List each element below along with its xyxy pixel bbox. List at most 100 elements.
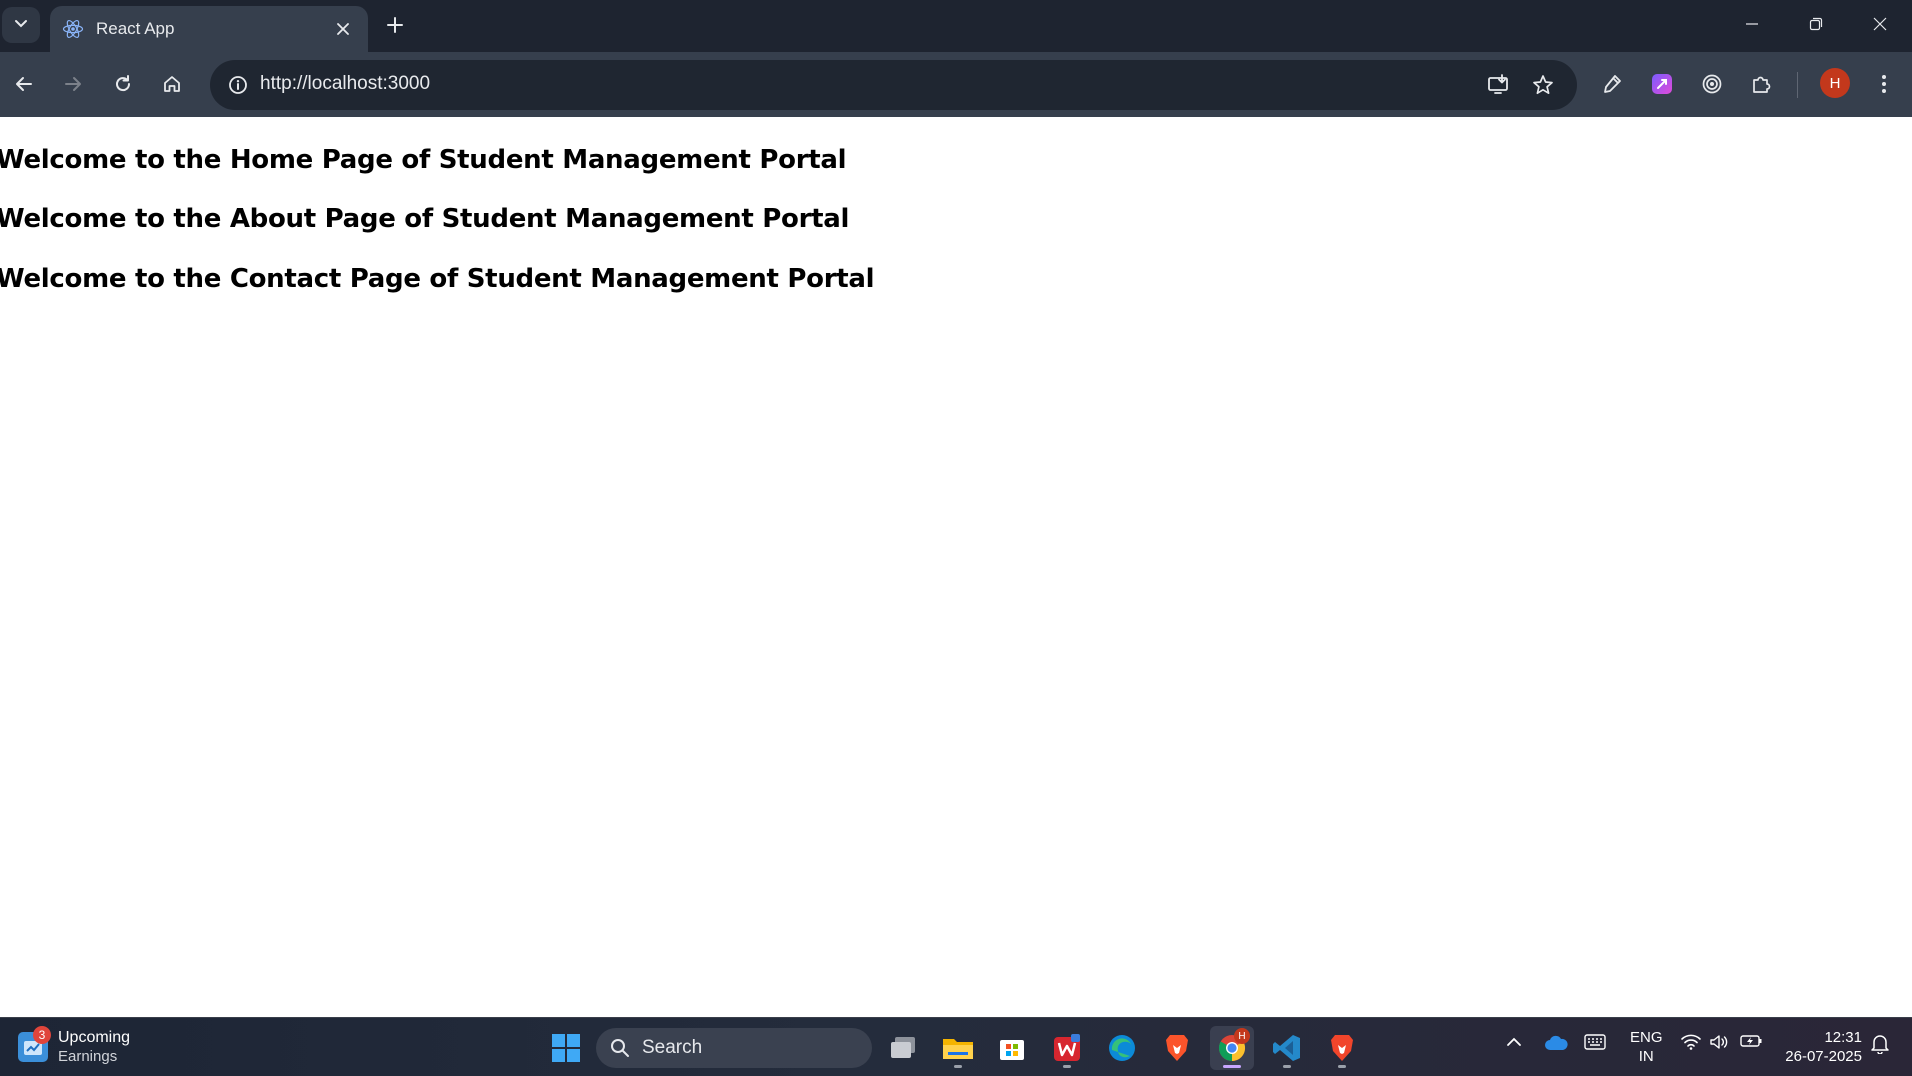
edge-icon — [1109, 1035, 1135, 1061]
start-button[interactable] — [548, 1030, 584, 1066]
widget-badge: 3 — [33, 1026, 51, 1044]
taskbar: 3 Upcoming Earnings Search H ENG IN 12:3… — [0, 1017, 1912, 1076]
chevron-up-icon — [1507, 1037, 1521, 1046]
restore-button[interactable] — [1784, 0, 1848, 48]
brave-button[interactable] — [1155, 1026, 1199, 1070]
chrome-profile-badge: H — [1234, 1028, 1250, 1044]
info-icon — [229, 76, 247, 94]
running-indicator — [1283, 1065, 1291, 1068]
tab-react-app[interactable]: React App — [50, 6, 368, 52]
microsoft-store-button[interactable] — [990, 1026, 1034, 1070]
task-view-icon — [891, 1037, 915, 1058]
arrow-right-icon — [65, 77, 81, 91]
language-indicator[interactable]: ENG IN — [1630, 1028, 1663, 1066]
wifi-status[interactable] — [1681, 1034, 1701, 1050]
taskbar-search[interactable]: Search — [596, 1028, 872, 1068]
speaker-icon — [1710, 1035, 1728, 1049]
star-icon — [1533, 75, 1553, 95]
file-explorer-button[interactable] — [936, 1026, 980, 1070]
folder-icon — [943, 1039, 973, 1059]
home-icon — [164, 76, 180, 92]
search-label: Search — [642, 1037, 703, 1058]
puzzle-icon — [1753, 76, 1771, 93]
extensions-button[interactable] — [1743, 66, 1779, 102]
install-icon — [1488, 74, 1508, 94]
keyboard-icon — [1584, 1034, 1606, 1050]
extension-purple-button[interactable] — [1644, 66, 1680, 102]
clock[interactable]: 12:31 26-07-2025 — [1782, 1028, 1862, 1066]
battery-status[interactable] — [1740, 1034, 1762, 1048]
windows-logo-icon — [552, 1034, 580, 1062]
about-heading: Welcome to the About Page of Student Man… — [0, 204, 850, 234]
react-icon — [62, 18, 84, 40]
chrome-button[interactable]: H — [1210, 1026, 1254, 1070]
arrow-left-icon — [16, 77, 32, 91]
extension-app-icon — [1652, 74, 1672, 94]
menu-button[interactable] — [1866, 66, 1902, 102]
wps-office-button[interactable] — [1045, 1026, 1089, 1070]
close-tab-button[interactable] — [330, 16, 356, 42]
forward-button[interactable] — [55, 66, 91, 102]
close-icon — [1873, 17, 1887, 31]
page-content: Welcome to the Home Page of Student Mana… — [0, 117, 1912, 1017]
brave-icon — [1166, 1035, 1188, 1061]
bell-icon — [1871, 1035, 1889, 1054]
widgets-button[interactable]: 3 Upcoming Earnings — [18, 1026, 130, 1066]
restore-icon — [1809, 17, 1823, 31]
screen: React App http://localhost:3000 H Welcom… — [0, 0, 1912, 1076]
browser-toolbar: http://localhost:3000 H — [0, 52, 1912, 117]
battery-charging-icon — [1740, 1035, 1762, 1047]
address-bar[interactable]: http://localhost:3000 — [210, 60, 1577, 110]
plus-icon — [387, 17, 403, 33]
edge-button[interactable] — [1100, 1026, 1144, 1070]
window-controls — [1720, 0, 1912, 48]
brave-beta-button[interactable] — [1320, 1026, 1364, 1070]
search-icon — [611, 1039, 629, 1057]
extension-target-button[interactable] — [1694, 66, 1730, 102]
profile-initial: H — [1829, 74, 1841, 92]
tab-title: React App — [96, 19, 175, 38]
running-indicator — [1063, 1065, 1071, 1068]
clock-time: 12:31 — [1824, 1029, 1862, 1046]
eyedropper-extension-button[interactable] — [1594, 66, 1630, 102]
home-heading: Welcome to the Home Page of Student Mana… — [0, 145, 847, 175]
kebab-menu-icon — [1882, 75, 1886, 93]
close-icon — [337, 23, 349, 35]
new-tab-button[interactable] — [380, 10, 410, 40]
vscode-button[interactable] — [1265, 1026, 1309, 1070]
task-view-button[interactable] — [881, 1026, 925, 1070]
touch-keyboard-button[interactable] — [1584, 1034, 1606, 1050]
site-info-button[interactable] — [220, 67, 256, 103]
back-button[interactable] — [6, 66, 42, 102]
wifi-icon — [1681, 1034, 1701, 1050]
target-icon — [1702, 74, 1722, 94]
running-indicator — [954, 1065, 962, 1068]
home-button[interactable] — [154, 66, 190, 102]
minimize-button[interactable] — [1720, 0, 1784, 48]
widget-subtitle: Earnings — [58, 1048, 118, 1065]
vscode-icon — [1273, 1035, 1300, 1061]
chevron-down-icon — [14, 16, 28, 35]
active-indicator — [1223, 1065, 1241, 1068]
url-text: http://localhost:3000 — [260, 73, 431, 94]
minimize-icon — [1746, 23, 1758, 25]
notifications-button[interactable] — [1871, 1034, 1889, 1054]
show-hidden-icons-button[interactable] — [1506, 1034, 1522, 1050]
tab-strip: React App — [0, 0, 1912, 52]
language-line2: IN — [1638, 1048, 1654, 1065]
profile-avatar[interactable]: H — [1820, 68, 1850, 98]
brave-icon — [1331, 1035, 1353, 1061]
wps-office-icon — [1054, 1034, 1080, 1061]
store-icon — [1000, 1040, 1024, 1060]
contact-heading: Welcome to the Contact Page of Student M… — [0, 264, 875, 294]
volume-status[interactable] — [1709, 1034, 1729, 1050]
language-line1: ENG — [1630, 1029, 1663, 1046]
install-app-button[interactable] — [1480, 67, 1516, 103]
reload-button[interactable] — [105, 66, 141, 102]
tab-search-button[interactable] — [2, 7, 40, 43]
stocks-widget-icon: 3 — [18, 1026, 51, 1062]
close-window-button[interactable] — [1848, 0, 1912, 48]
bookmark-button[interactable] — [1525, 67, 1561, 103]
onedrive-button[interactable] — [1544, 1034, 1568, 1052]
running-indicator — [1338, 1065, 1346, 1068]
